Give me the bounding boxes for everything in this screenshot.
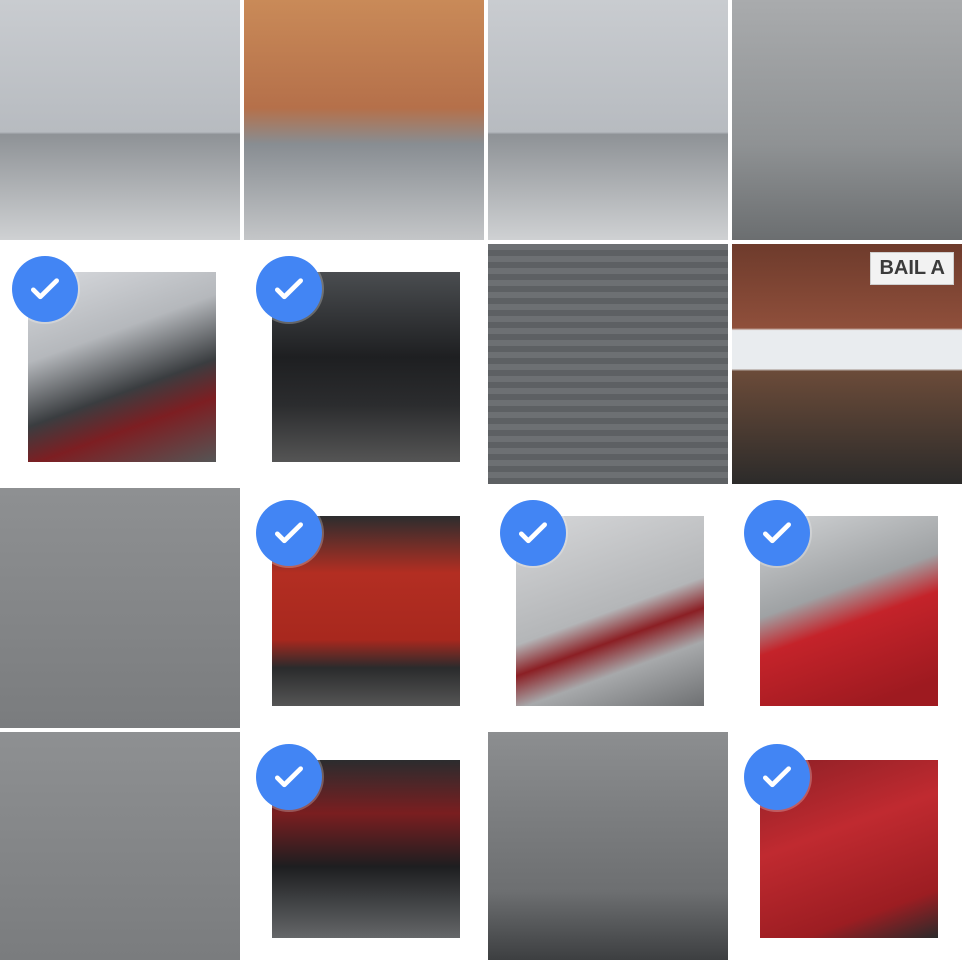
- tile-image: [488, 244, 728, 484]
- captcha-tile-r1c1[interactable]: [0, 0, 244, 244]
- captcha-tile-r1c2[interactable]: [244, 0, 488, 244]
- captcha-tile-r4c2[interactable]: [244, 732, 488, 964]
- captcha-tile-r2c4[interactable]: BAIL A: [732, 244, 966, 488]
- checkmark-icon: [256, 744, 322, 810]
- tile-image: [0, 0, 240, 240]
- tile-image: [732, 0, 962, 240]
- captcha-tile-r2c3[interactable]: [488, 244, 732, 488]
- captcha-tile-r4c3[interactable]: [488, 732, 732, 964]
- checkmark-icon: [256, 256, 322, 322]
- captcha-image-grid: BAIL A: [0, 0, 966, 964]
- captcha-tile-r4c1[interactable]: [0, 732, 244, 964]
- tile-image: [0, 488, 240, 728]
- checkmark-icon: [744, 744, 810, 810]
- captcha-tile-r2c2[interactable]: [244, 244, 488, 488]
- tile-image: [244, 0, 484, 240]
- checkmark-icon: [744, 500, 810, 566]
- captcha-tile-r3c1[interactable]: [0, 488, 244, 732]
- captcha-tile-r1c4[interactable]: [732, 0, 966, 244]
- tile-image: [488, 0, 728, 240]
- captcha-tile-r3c3[interactable]: [488, 488, 732, 732]
- captcha-tile-r2c1[interactable]: [0, 244, 244, 488]
- captcha-tile-r4c4[interactable]: [732, 732, 966, 964]
- captcha-tile-r1c3[interactable]: [488, 0, 732, 244]
- checkmark-icon: [256, 500, 322, 566]
- checkmark-icon: [12, 256, 78, 322]
- captcha-tile-r3c2[interactable]: [244, 488, 488, 732]
- tile-image: [488, 732, 728, 960]
- tile-image: [0, 732, 240, 960]
- checkmark-icon: [500, 500, 566, 566]
- captcha-tile-r3c4[interactable]: [732, 488, 966, 732]
- street-sign-text: BAIL A: [870, 252, 954, 285]
